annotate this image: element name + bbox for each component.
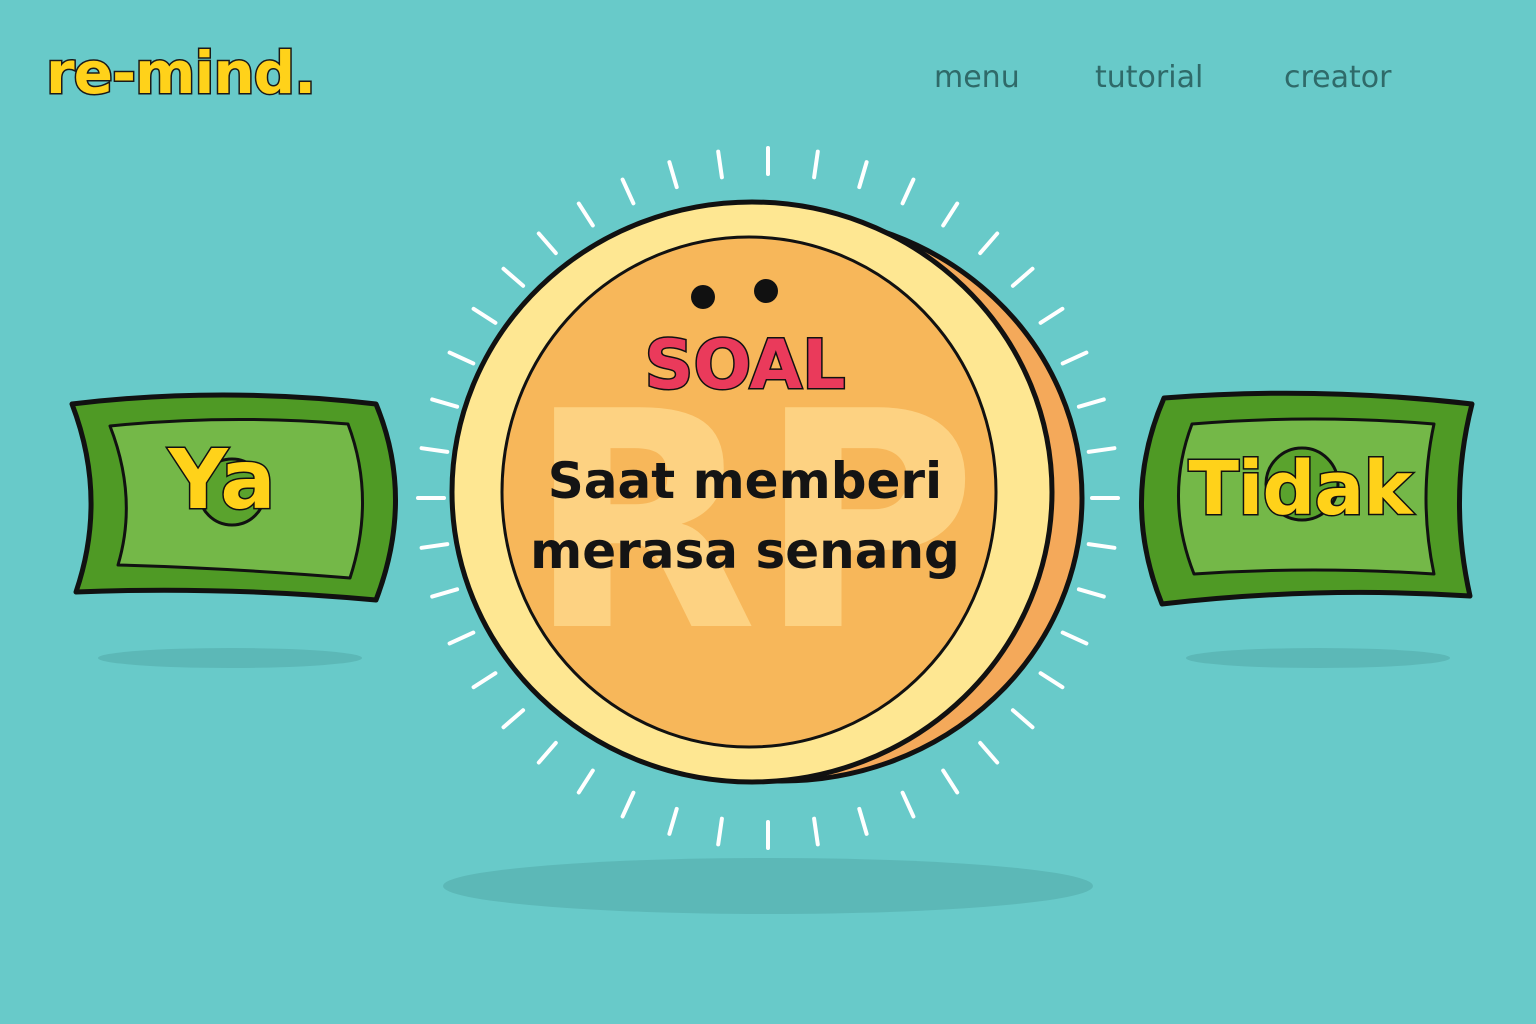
sparkle-ray (471, 671, 498, 690)
sparkle-ray (1076, 397, 1106, 409)
sparkle-ray (857, 806, 869, 836)
sparkle-ray (536, 740, 558, 765)
no-banknote-shadow (1186, 648, 1450, 668)
sparkle-ray (941, 768, 960, 795)
question-line-1: Saat memberi (547, 452, 943, 510)
sparkle-ray (447, 350, 476, 366)
sparkle-ray (620, 790, 636, 819)
sparkle-ray (1010, 708, 1035, 730)
sparkle-ray (1038, 671, 1065, 690)
sparkle-ray (716, 149, 724, 180)
question-title: SOAL (643, 326, 847, 405)
question-text: Saat memberi merasa senang (520, 446, 970, 586)
sparkle-ray (1038, 306, 1065, 325)
yes-answer-button[interactable]: Ya (122, 438, 322, 523)
sparkle-ray (667, 160, 679, 190)
sparkle-ray (576, 768, 595, 795)
sparkle-ray (812, 149, 820, 180)
sparkle-ray (978, 740, 1000, 765)
yes-banknote-shadow (98, 648, 362, 668)
sparkle-ray (620, 177, 636, 206)
sparkle-ray (419, 446, 450, 454)
sparkle-ray (536, 231, 558, 256)
sparkle-ray (501, 266, 526, 288)
question-line-2: merasa senang (530, 522, 960, 580)
sparkle-ray (430, 587, 460, 599)
sparkle-ray (716, 816, 724, 847)
sparkle-ray (501, 708, 526, 730)
sparkle-ray (1076, 587, 1106, 599)
coin-eye-left-icon (691, 285, 715, 309)
sparkle-ray (419, 542, 450, 550)
coin-eye-right-icon (754, 279, 778, 303)
sparkle-ray (471, 306, 498, 325)
sparkle-ray (447, 630, 476, 646)
sparkle-ray (900, 790, 916, 819)
sparkle-ray (1086, 446, 1117, 454)
sparkle-ray (900, 177, 916, 206)
sparkle-ray (857, 160, 869, 190)
sparkle-ray (978, 231, 1000, 256)
sparkle-ray (941, 201, 960, 228)
sparkle-ray (1060, 350, 1089, 366)
no-answer-button[interactable]: Tidak (1180, 451, 1420, 528)
sparkle-ray (1060, 630, 1089, 646)
coin-shadow (443, 858, 1093, 914)
sparkle-ray (1086, 542, 1117, 550)
sparkle-ray (1010, 266, 1035, 288)
sparkle-ray (430, 397, 460, 409)
sparkle-ray (812, 816, 820, 847)
sparkle-ray (667, 806, 679, 836)
sparkle-ray (576, 201, 595, 228)
